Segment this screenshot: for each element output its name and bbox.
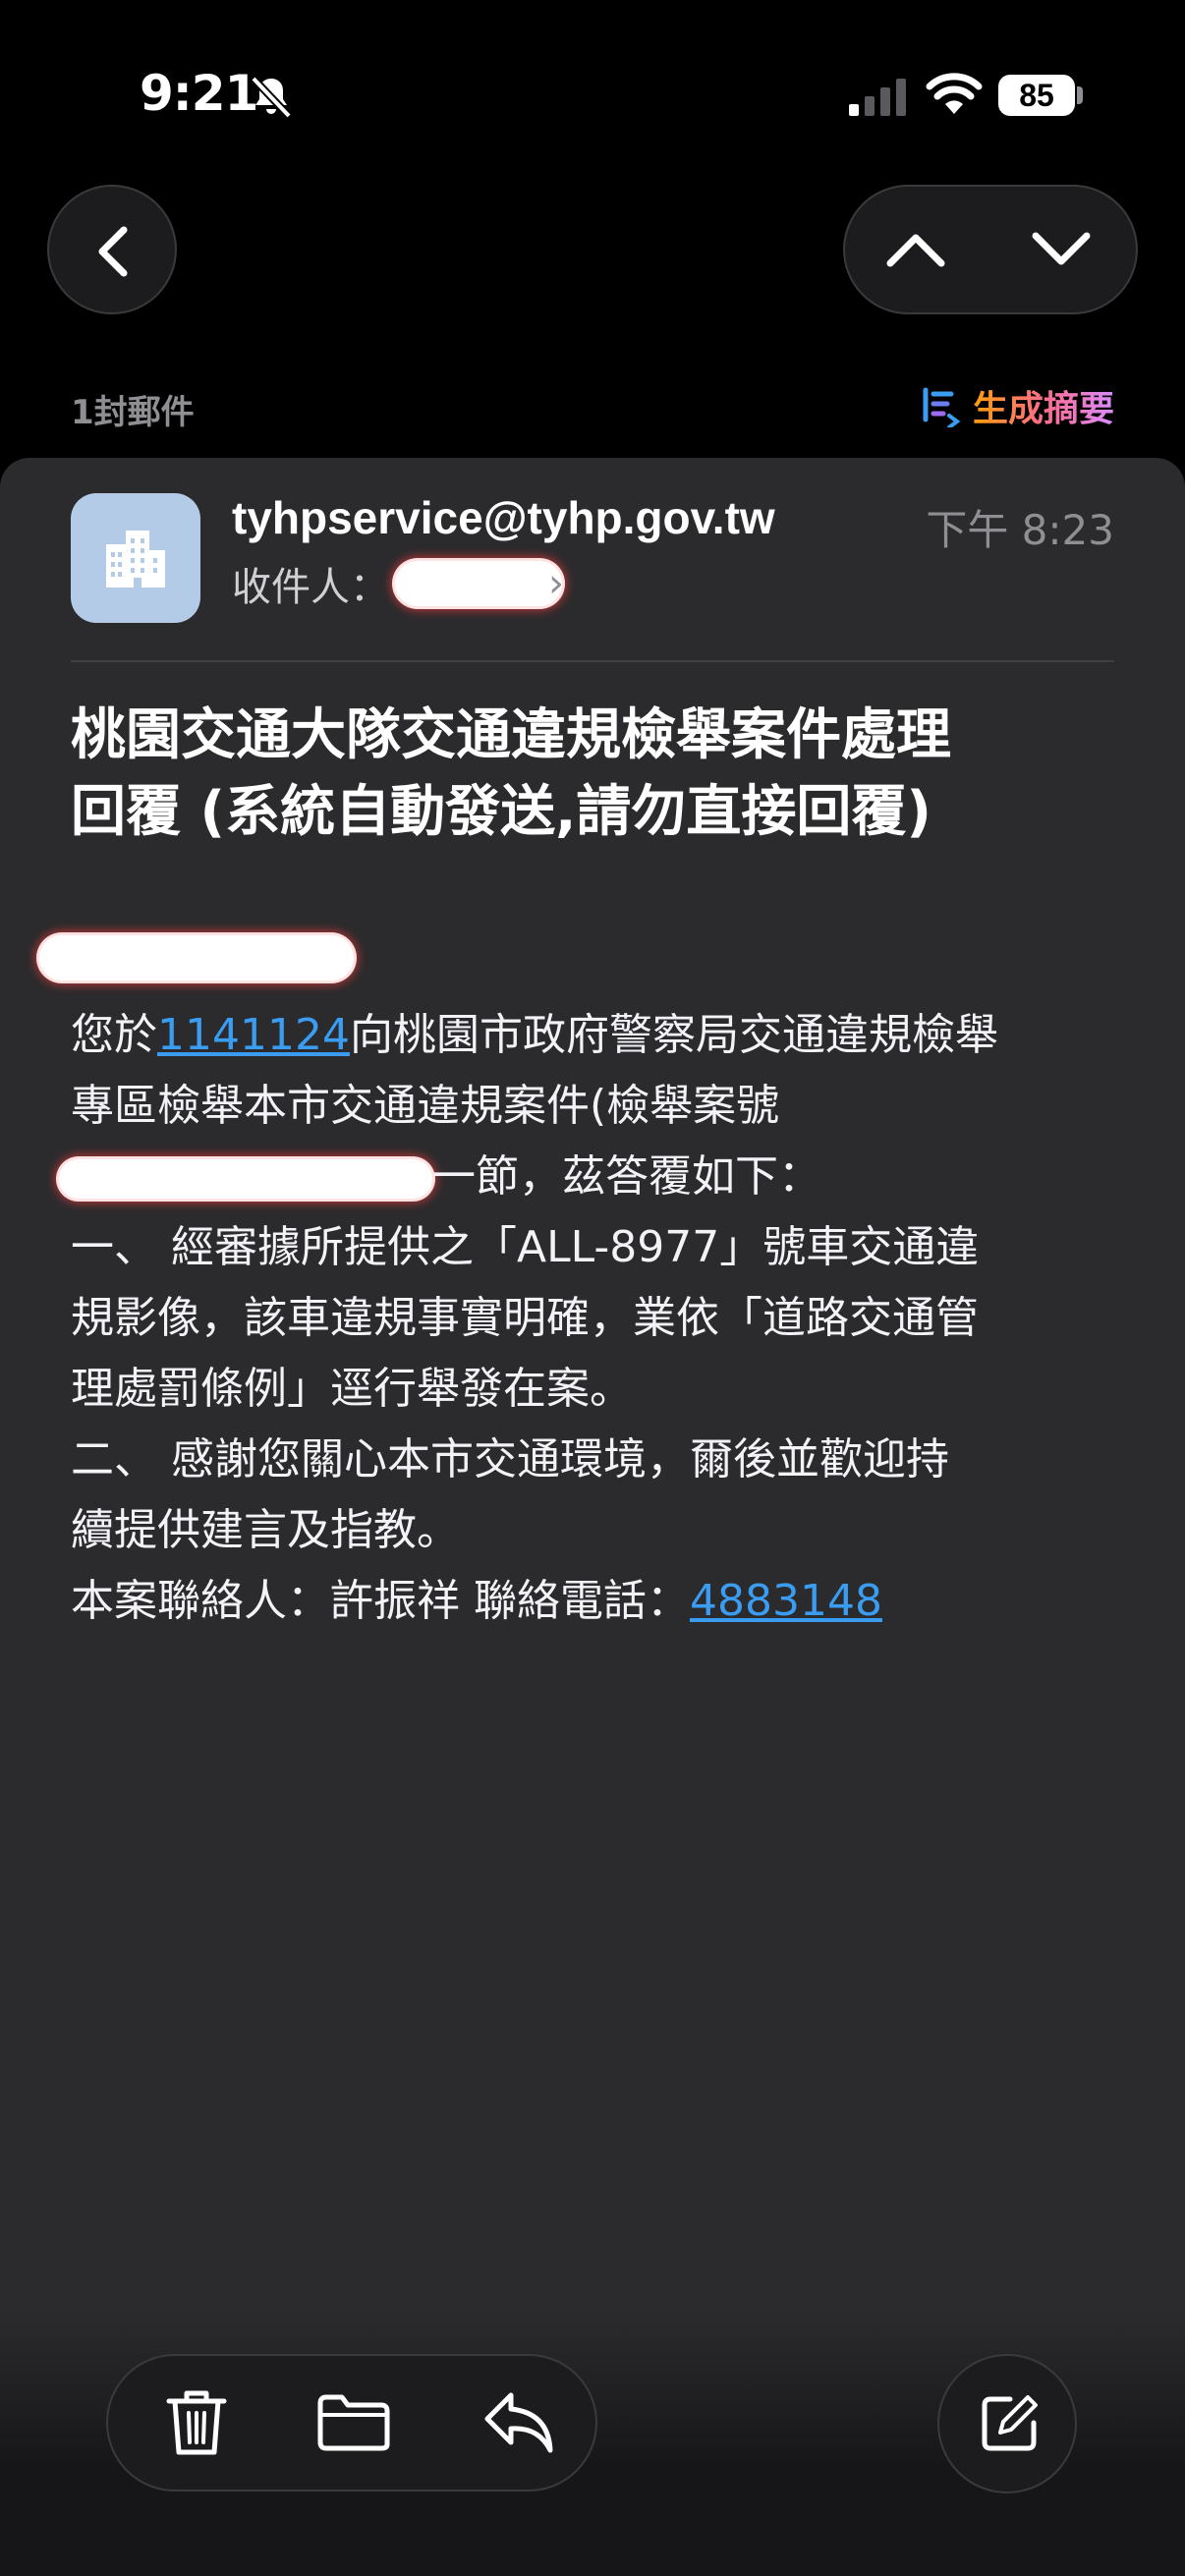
mail-body: 您於1141124向桃園市政府警察局交通違規檢舉 專區檢舉本市交通違規案件(檢舉… bbox=[59, 1000, 1132, 1637]
mail-subject: 桃園交通大隊交通違規檢舉案件處理 回覆 (系統自動發送,請勿直接回覆) bbox=[71, 698, 1122, 851]
body-line: 規影像，該車違規事實明確，業依「道路交通管 bbox=[71, 1293, 979, 1343]
folder-icon bbox=[317, 2394, 390, 2451]
chevron-down-icon bbox=[1032, 232, 1091, 265]
recipient-row[interactable]: 收件人： › bbox=[232, 556, 564, 611]
move-to-folder-button[interactable] bbox=[281, 2356, 428, 2490]
salutation-redaction bbox=[39, 935, 354, 980]
summary-list-icon bbox=[923, 387, 961, 427]
reply-icon bbox=[484, 2392, 553, 2453]
next-message-button[interactable] bbox=[990, 187, 1136, 312]
wifi-icon bbox=[926, 73, 983, 114]
phone-link[interactable]: 4883148 bbox=[690, 1576, 882, 1626]
chevron-left-icon bbox=[98, 226, 128, 277]
body-line: 您於1141124向桃園市政府警察局交通違規檢舉 bbox=[71, 1000, 1132, 1071]
sender-avatar[interactable] bbox=[71, 493, 200, 623]
bell-slash-icon bbox=[251, 76, 292, 119]
chevron-up-icon bbox=[886, 234, 945, 267]
compose-button[interactable] bbox=[937, 2354, 1077, 2493]
body-line: 二、 感謝您關心本市交通環境，爾後並歡迎持 bbox=[71, 1434, 949, 1484]
cellular-signal-icon bbox=[849, 79, 906, 116]
battery-icon: 85 bbox=[998, 75, 1075, 116]
battery-cap bbox=[1077, 86, 1083, 104]
chevron-right-icon: › bbox=[548, 561, 564, 606]
reply-button[interactable] bbox=[442, 2356, 590, 2490]
body-text: 本案聯絡人：許振祥 聯絡電話： bbox=[71, 1576, 690, 1626]
body-text: 一節，茲答覆如下： bbox=[432, 1151, 821, 1202]
body-line: 本案聯絡人：許振祥 聯絡電話：4883148 bbox=[71, 1566, 1132, 1637]
body-line: 一節，茲答覆如下： bbox=[59, 1142, 1132, 1212]
back-button[interactable] bbox=[47, 185, 177, 314]
subject-line-1: 桃園交通大隊交通違規檢舉案件處理 bbox=[71, 703, 951, 767]
delete-button[interactable] bbox=[122, 2356, 269, 2490]
thread-count-label: 1封郵件 bbox=[71, 393, 195, 432]
date-link[interactable]: 1141124 bbox=[157, 1010, 350, 1060]
body-line: 一、 經審據所提供之「ALL-8977」號車交通違 bbox=[71, 1222, 980, 1272]
body-text: 您於 bbox=[71, 1010, 157, 1060]
case-number-redaction bbox=[59, 1159, 432, 1199]
mail-card: tyhpservice@tyhp.gov.tw 收件人： › 下午 8:23 桃… bbox=[0, 458, 1185, 2576]
compose-icon bbox=[982, 2395, 1038, 2451]
building-icon bbox=[106, 531, 165, 588]
sender-address[interactable]: tyhpservice@tyhp.gov.tw bbox=[232, 491, 775, 544]
recipient-label: 收件人： bbox=[232, 565, 389, 610]
header-divider bbox=[71, 660, 1114, 662]
generate-summary-button[interactable]: 生成摘要 bbox=[920, 381, 1114, 430]
body-line: 理處罰條例」逕行舉發在案。 bbox=[71, 1364, 633, 1414]
subject-line-2: 回覆 (系統自動發送,請勿直接回覆) bbox=[71, 780, 931, 844]
generate-summary-label: 生成摘要 bbox=[973, 380, 1114, 431]
recipient-redaction bbox=[395, 561, 562, 606]
message-nav-pill bbox=[843, 185, 1138, 314]
body-text: 向桃園市政府警察局交通違規檢舉 bbox=[349, 1010, 998, 1060]
mail-action-toolbar bbox=[106, 2354, 597, 2492]
previous-message-button[interactable] bbox=[845, 187, 990, 312]
status-time: 9:21 bbox=[140, 65, 258, 122]
body-line: 續提供建言及指教。 bbox=[71, 1505, 460, 1555]
status-bar: 9:21 85 bbox=[0, 0, 1185, 187]
trash-icon bbox=[166, 2390, 227, 2455]
mail-time: 下午 8:23 bbox=[926, 506, 1114, 554]
body-line: 專區檢舉本市交通違規案件(檢舉案號 bbox=[71, 1081, 780, 1131]
